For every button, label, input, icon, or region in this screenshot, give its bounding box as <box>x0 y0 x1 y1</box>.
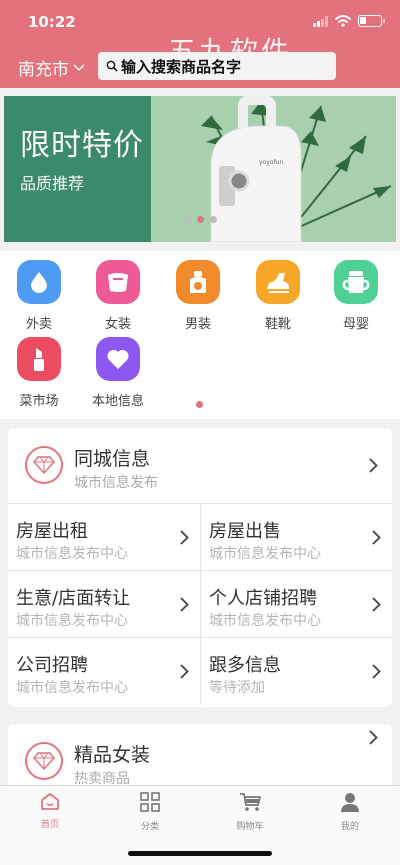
info-item-shop-hiring[interactable]: 个人店铺招聘 城市信息发布中心 <box>200 571 392 638</box>
home-icon <box>41 793 59 810</box>
banner-dot[interactable] <box>184 216 191 223</box>
info-item-transfer[interactable]: 生意/店面转让 城市信息发布中心 <box>8 571 200 638</box>
search-placeholder: 输入搜索商品名字 <box>121 57 242 76</box>
battery-icon <box>358 15 385 27</box>
lipstick-icon <box>17 337 61 381</box>
item-subtitle: 城市信息发布中心 <box>16 613 128 629</box>
item-title: 跟多信息 <box>209 655 281 676</box>
city-info-header[interactable]: 同城信息 城市信息发布 <box>8 428 392 504</box>
home-indicator <box>128 851 272 856</box>
info-item-company-hiring[interactable]: 公司招聘 城市信息发布中心 <box>8 638 200 705</box>
diamond-icon <box>25 742 63 780</box>
section-title: 精品女装 <box>74 744 151 766</box>
category-label: 女装 <box>104 317 131 332</box>
search-icon <box>106 60 118 72</box>
item-subtitle: 等待添加 <box>209 680 265 696</box>
signal-icon <box>313 15 328 27</box>
section-title: 同城信息 <box>74 448 151 470</box>
grid-icon <box>140 792 160 812</box>
city-selector[interactable]: 南充市 <box>18 55 85 80</box>
status-time: 10:22 <box>28 13 76 31</box>
item-title: 公司招聘 <box>16 655 88 676</box>
chevron-right-icon <box>372 530 381 545</box>
category-label: 鞋靴 <box>264 317 291 332</box>
category-page-dot[interactable] <box>196 401 203 408</box>
tab-profile[interactable]: 我的 <box>320 792 380 832</box>
product-brand: yoyofun <box>259 159 283 166</box>
category-shoes[interactable]: 鞋靴 <box>240 260 316 332</box>
banner-subtitle: 品质推荐 <box>20 174 85 193</box>
diamond-icon <box>25 446 63 484</box>
water-drop-icon <box>17 260 61 304</box>
category-local-info[interactable]: 本地信息 <box>80 337 156 409</box>
tab-home[interactable]: 首页 <box>20 792 80 830</box>
chevron-right-icon <box>180 530 189 545</box>
category-market[interactable]: 菜市场 <box>1 337 77 409</box>
info-item-more[interactable]: 跟多信息 等待添加 <box>200 638 392 705</box>
shoe-icon <box>256 260 300 304</box>
item-subtitle: 城市信息发布中心 <box>16 680 128 696</box>
search-input[interactable]: 输入搜索商品名字 <box>98 52 336 80</box>
banner-title: 限时特价 <box>20 128 144 163</box>
baby-bottle-icon <box>334 260 378 304</box>
city-label: 南充市 <box>18 60 69 80</box>
chevron-right-icon <box>369 458 378 473</box>
city-info-card: 同城信息 城市信息发布 房屋出租 城市信息发布中心 房屋出售 城市信息发布中心 … <box>8 428 392 707</box>
info-item-sale[interactable]: 房屋出售 城市信息发布中心 <box>200 504 392 571</box>
cart-icon <box>240 793 261 811</box>
item-title: 房屋出售 <box>209 521 281 542</box>
category-label: 菜市场 <box>19 394 59 409</box>
banner-pagination[interactable] <box>184 216 217 223</box>
tab-label: 分类 <box>140 822 159 832</box>
category-label: 母婴 <box>342 317 369 332</box>
info-item-rent[interactable]: 房屋出租 城市信息发布中心 <box>8 504 200 571</box>
category-label: 男装 <box>184 317 211 332</box>
shirt-icon <box>176 260 220 304</box>
item-title: 生意/店面转让 <box>16 588 131 609</box>
chevron-right-icon <box>180 597 189 612</box>
category-baby[interactable]: 母婴 <box>318 260 394 332</box>
wifi-icon <box>335 15 351 27</box>
category-mens[interactable]: 男装 <box>160 260 236 332</box>
chevron-down-icon <box>73 63 85 71</box>
category-womens[interactable]: 女装 <box>80 260 156 332</box>
heart-icon <box>96 337 140 381</box>
promo-banner[interactable]: 限时特价 品质推荐 yoyofun <box>4 96 396 242</box>
banner-text-panel: 限时特价 品质推荐 <box>4 96 151 242</box>
chevron-right-icon <box>372 597 381 612</box>
section-subtitle: 城市信息发布 <box>74 475 158 491</box>
chevron-right-icon <box>372 664 381 679</box>
item-title: 个人店铺招聘 <box>209 588 317 609</box>
tab-cart[interactable]: 购物车 <box>220 792 280 832</box>
top-bar: 10:22 五九软件 南充市 输入搜索商品名字 <box>0 0 400 88</box>
item-subtitle: 城市信息发布中心 <box>209 546 321 562</box>
womens-boutique-card[interactable]: 精品女装 热卖商品 <box>8 724 392 794</box>
banner-dot[interactable] <box>210 216 217 223</box>
tab-label: 首页 <box>40 820 59 830</box>
tab-category[interactable]: 分类 <box>120 792 180 832</box>
dress-icon <box>96 260 140 304</box>
banner-dot-active[interactable] <box>197 216 204 223</box>
tab-label: 购物车 <box>236 822 264 832</box>
chevron-right-icon <box>180 664 189 679</box>
status-icons <box>313 15 385 27</box>
item-title: 房屋出租 <box>16 521 88 542</box>
user-icon <box>341 793 359 812</box>
tab-label: 我的 <box>340 822 359 832</box>
category-grid: 外卖 女装 男装 鞋靴 母婴 菜市场 本地信息 <box>0 251 400 419</box>
category-takeout[interactable]: 外卖 <box>1 260 77 332</box>
item-subtitle: 城市信息发布中心 <box>209 613 321 629</box>
chevron-right-icon <box>369 730 378 745</box>
item-subtitle: 城市信息发布中心 <box>16 546 128 562</box>
category-label: 外卖 <box>25 317 52 332</box>
category-label: 本地信息 <box>91 394 144 409</box>
